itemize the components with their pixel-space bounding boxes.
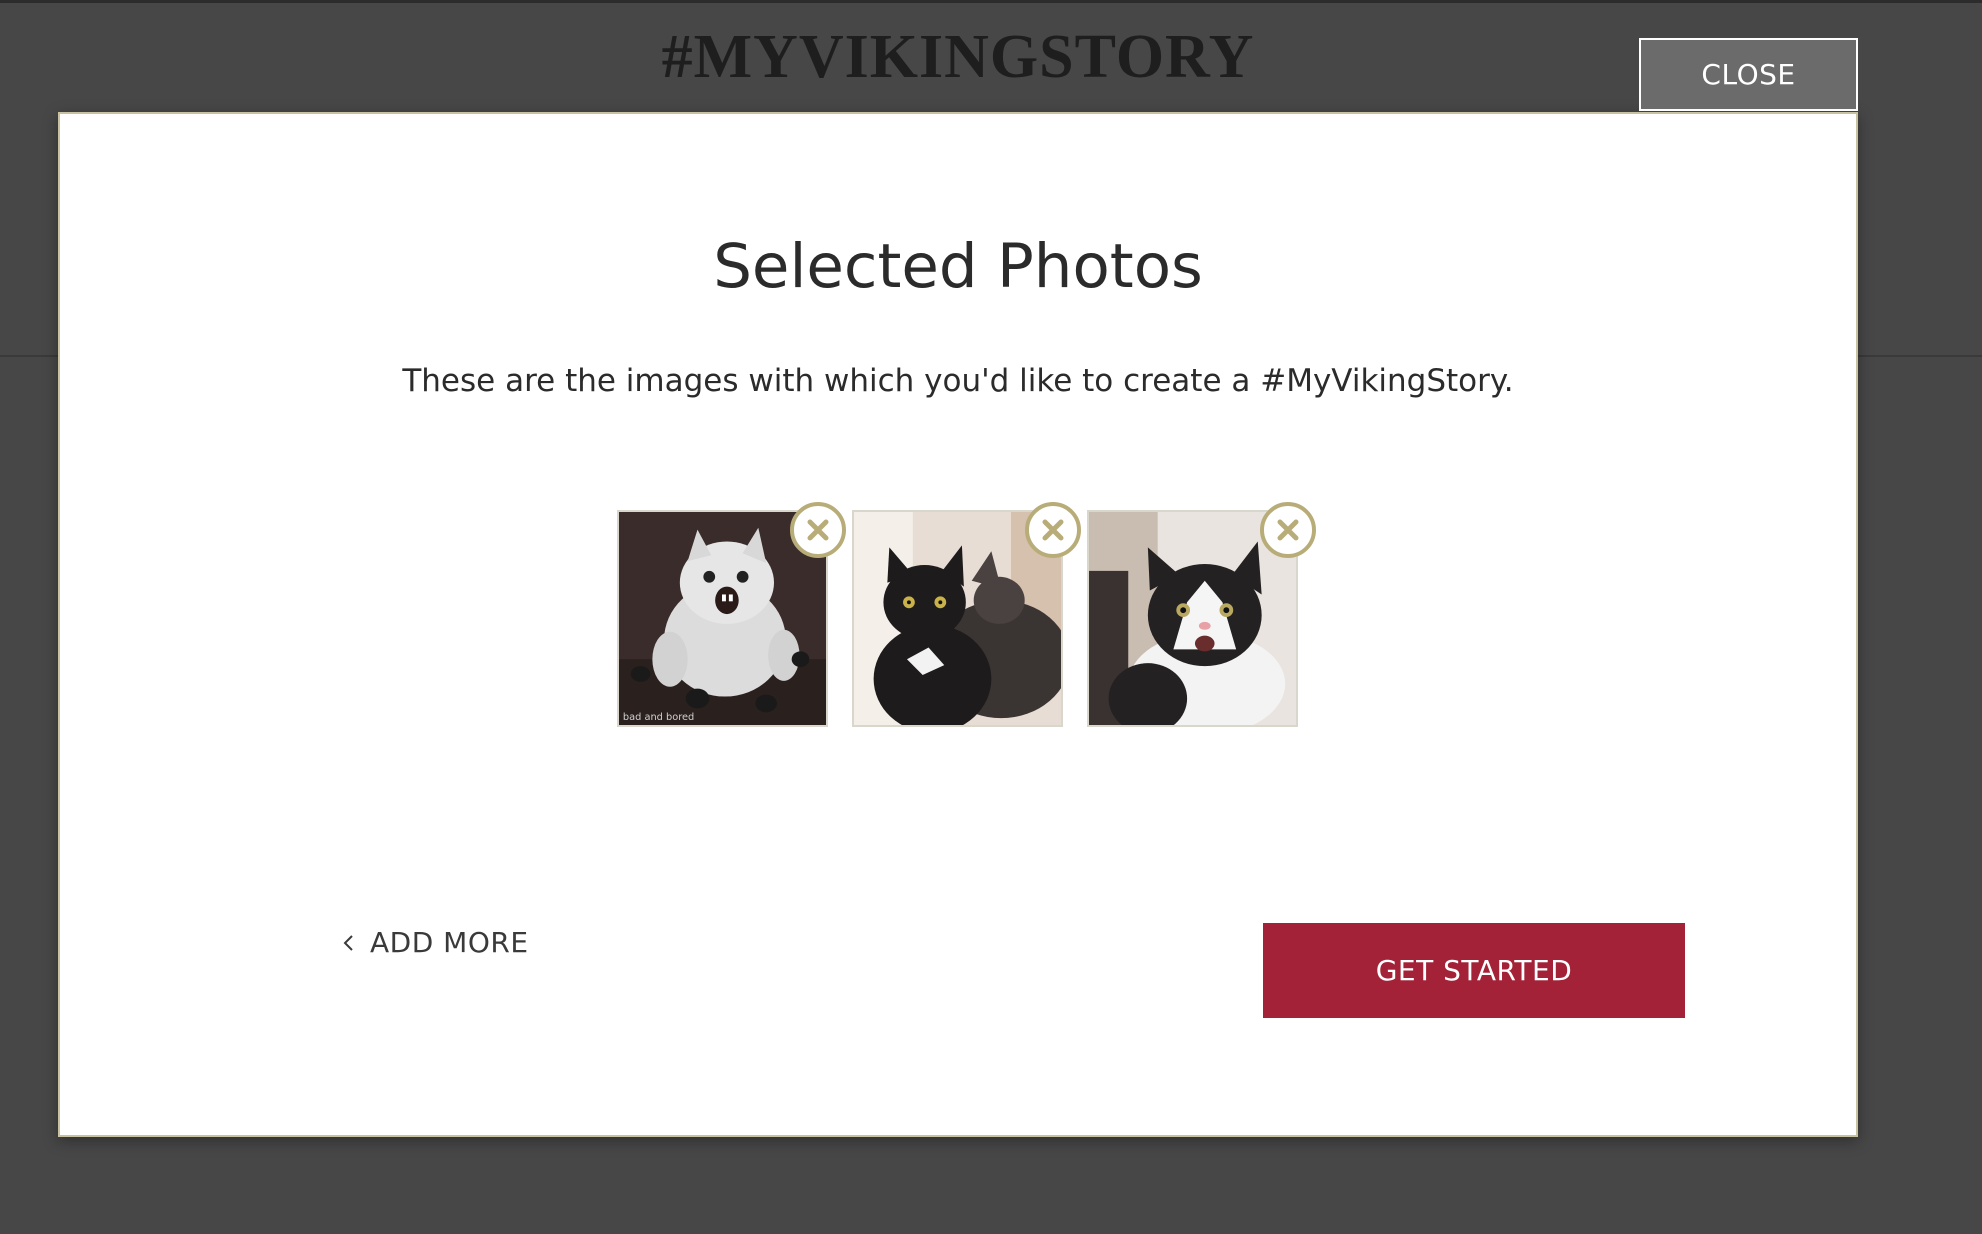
get-started-button[interactable]: GET STARTED [1263, 923, 1685, 1018]
photo-caption: bad and bored [623, 712, 694, 723]
add-more-link[interactable]: ADD MORE [342, 926, 529, 959]
add-more-label: ADD MORE [370, 926, 529, 959]
modal-title: Selected Photos [713, 231, 1203, 302]
chevron-left-icon [343, 934, 353, 951]
close-button[interactable]: CLOSE [1639, 38, 1858, 111]
selected-photos-modal: Selected Photos These are the images wit… [58, 112, 1858, 1137]
close-circle-icon [807, 519, 829, 541]
remove-photo-2-button[interactable] [1025, 502, 1081, 558]
modal-subtitle: These are the images with which you'd li… [402, 363, 1514, 399]
site-title: #MYVIKINGSTORY [661, 23, 1255, 91]
close-circle-icon [1042, 519, 1064, 541]
selected-photo-3[interactable] [1087, 502, 1316, 727]
remove-photo-1-button[interactable] [790, 502, 846, 558]
top-border [0, 0, 1982, 3]
selected-photo-2[interactable] [852, 502, 1081, 727]
selected-photo-1[interactable]: bad and bored [617, 502, 846, 727]
close-circle-icon [1277, 519, 1299, 541]
remove-photo-3-button[interactable] [1260, 502, 1316, 558]
